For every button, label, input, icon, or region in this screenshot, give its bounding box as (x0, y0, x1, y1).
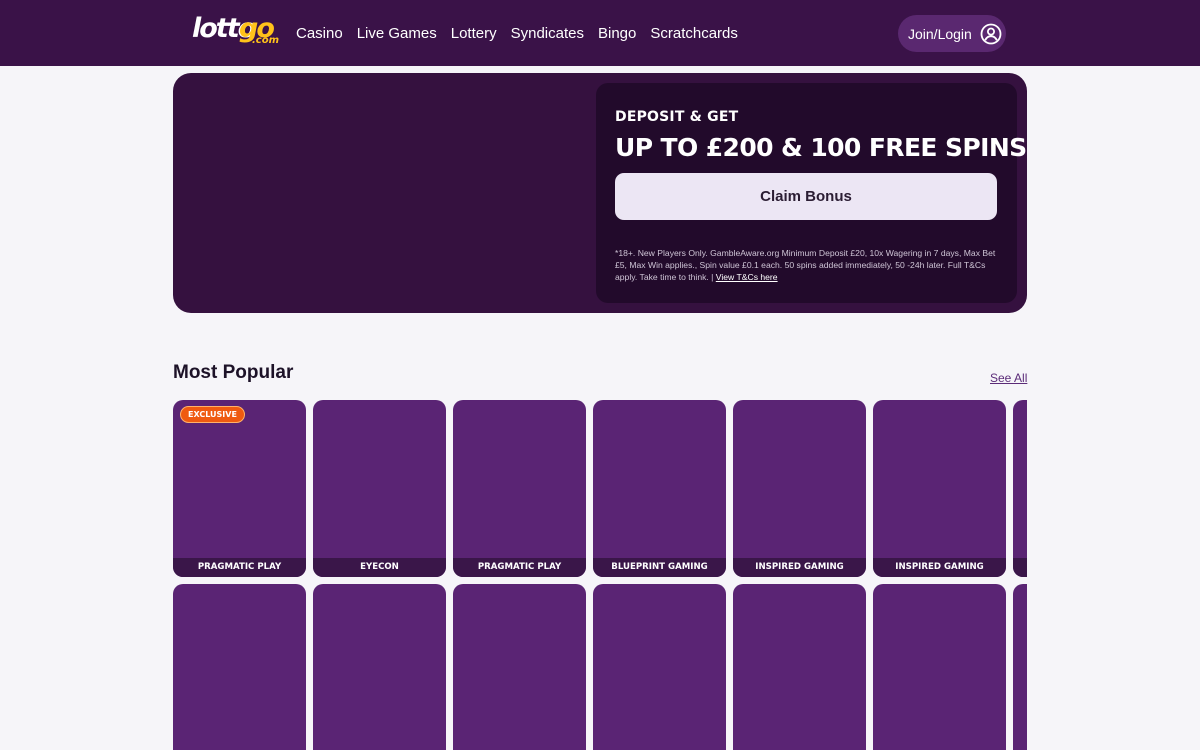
join-login-label: Join/Login (908, 25, 972, 42)
nav-item-lottery[interactable]: Lottery (451, 25, 497, 42)
game-card[interactable] (313, 584, 446, 750)
nav-item-syndicates[interactable]: Syndicates (511, 25, 584, 42)
top-navigation-bar: lotto go .com Casino Live Games Lottery … (0, 0, 1200, 66)
game-card[interactable]: PRAGMATIC PLAY (453, 400, 586, 577)
join-login-button[interactable]: Join/Login (898, 15, 1006, 52)
game-card[interactable] (173, 584, 306, 750)
game-card[interactable]: BLUEPRINT GAMING (593, 400, 726, 577)
lottogo-logo[interactable]: lotto go .com (192, 13, 282, 53)
game-provider-label: PRAGMATIC PLAY (453, 558, 586, 577)
see-all-link[interactable]: See All (990, 371, 1027, 385)
nav-item-bingo[interactable]: Bingo (598, 25, 636, 42)
game-card[interactable] (453, 584, 586, 750)
game-provider-label: INSPIRED GAMING (733, 558, 866, 577)
game-provider-label (1013, 558, 1027, 577)
game-provider-label: PRAGMATIC PLAY (173, 558, 306, 577)
promo-terms-text: *18+. New Players Only. GambleAware.org … (615, 248, 996, 282)
user-circle-icon (980, 23, 1002, 45)
game-card[interactable] (1013, 584, 1027, 750)
nav-item-live-games[interactable]: Live Games (357, 25, 437, 42)
promo-headline: UP TO £200 & 100 FREE SPINS (615, 133, 1027, 162)
game-provider-label: EYECON (313, 558, 446, 577)
game-card[interactable] (873, 584, 1006, 750)
game-provider-label: INSPIRED GAMING (873, 558, 1006, 577)
most-popular-title: Most Popular (173, 362, 294, 383)
logo-text-com: .com (252, 35, 280, 46)
game-card[interactable] (593, 584, 726, 750)
promo-kicker: DEPOSIT & GET (615, 109, 739, 125)
claim-bonus-button[interactable]: Claim Bonus (615, 173, 997, 220)
main-nav: Casino Live Games Lottery Syndicates Bin… (296, 0, 738, 66)
view-terms-link[interactable]: View T&Cs here (716, 272, 778, 282)
game-card[interactable]: INSPIRED GAMING (733, 400, 866, 577)
game-card[interactable]: EXCLUSIVE PRAGMATIC PLAY (173, 400, 306, 577)
game-card[interactable]: INSPIRED GAMING (873, 400, 1006, 577)
nav-item-scratchcards[interactable]: Scratchcards (650, 25, 738, 42)
promo-terms: *18+. New Players Only. GambleAware.org … (615, 247, 1001, 283)
game-grid: EXCLUSIVE PRAGMATIC PLAY EYECON PRAGMATI… (173, 400, 1027, 750)
game-card[interactable]: EYECON (313, 400, 446, 577)
nav-item-casino[interactable]: Casino (296, 25, 343, 42)
game-card[interactable] (1013, 400, 1027, 577)
game-row-2 (173, 584, 1027, 750)
game-provider-label: BLUEPRINT GAMING (593, 558, 726, 577)
game-card[interactable] (733, 584, 866, 750)
promo-panel: DEPOSIT & GET UP TO £200 & 100 FREE SPIN… (596, 83, 1027, 303)
exclusive-badge: EXCLUSIVE (180, 406, 245, 423)
game-row-1: EXCLUSIVE PRAGMATIC PLAY EYECON PRAGMATI… (173, 400, 1027, 577)
